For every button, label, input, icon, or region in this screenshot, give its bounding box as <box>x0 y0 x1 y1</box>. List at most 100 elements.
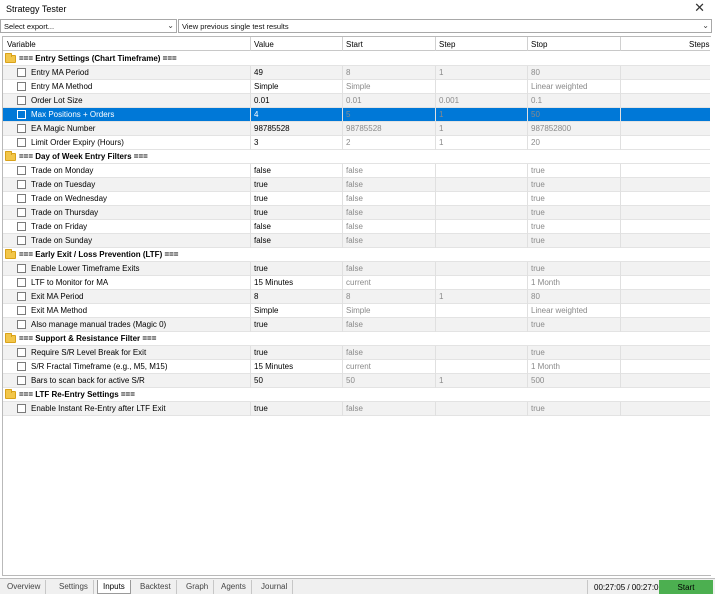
value-cell[interactable]: Simple <box>254 82 278 91</box>
value-cell[interactable]: 8 <box>254 292 258 301</box>
stop-cell[interactable]: 1 Month <box>531 278 560 287</box>
input-row[interactable]: Trade on Thursday true false true <box>3 206 710 220</box>
start-cell[interactable]: false <box>346 348 363 357</box>
group-row[interactable]: === LTF Re-Entry Settings === <box>3 388 710 402</box>
stop-cell[interactable]: true <box>531 180 545 189</box>
stop-cell[interactable]: 50 <box>531 110 540 119</box>
input-row[interactable]: Trade on Friday false false true <box>3 220 710 234</box>
input-row[interactable]: Entry MA Period 49 8 1 80 <box>3 66 710 80</box>
optimize-checkbox[interactable] <box>17 124 26 133</box>
stop-cell[interactable]: 500 <box>531 376 544 385</box>
stop-cell[interactable]: true <box>531 264 545 273</box>
input-row[interactable]: Trade on Sunday false false true <box>3 234 710 248</box>
optimize-checkbox[interactable] <box>17 110 26 119</box>
value-cell[interactable]: false <box>254 222 271 231</box>
start-cell[interactable]: 98785528 <box>346 124 382 133</box>
col-header-steps[interactable]: Steps <box>689 40 709 49</box>
start-cell[interactable]: 8 <box>346 292 350 301</box>
close-icon[interactable]: ✕ <box>694 1 705 15</box>
optimize-checkbox[interactable] <box>17 194 26 203</box>
optimize-checkbox[interactable] <box>17 138 26 147</box>
input-row[interactable]: Max Positions + Orders 4 5 1 50 <box>3 108 710 122</box>
optimize-checkbox[interactable] <box>17 362 26 371</box>
tab-graph[interactable]: Graph <box>181 580 215 594</box>
stop-cell[interactable]: 20 <box>531 138 540 147</box>
value-cell[interactable]: 50 <box>254 376 263 385</box>
stop-cell[interactable]: true <box>531 222 545 231</box>
optimize-checkbox[interactable] <box>17 96 26 105</box>
start-cell[interactable]: false <box>346 264 363 273</box>
start-cell[interactable]: false <box>346 194 363 203</box>
step-cell[interactable]: 1 <box>439 110 443 119</box>
input-row[interactable]: Enable Lower Timeframe Exits true false tru… <box>3 262 710 276</box>
input-row[interactable]: Also manage manual trades (Magic 0) true f… <box>3 318 710 332</box>
value-cell[interactable]: false <box>254 166 271 175</box>
stop-cell[interactable]: true <box>531 348 545 357</box>
value-cell[interactable]: true <box>254 348 268 357</box>
input-row[interactable]: Bars to scan back for active S/R 50 50 1 500 <box>3 374 710 388</box>
start-cell[interactable]: false <box>346 236 363 245</box>
optimize-checkbox[interactable] <box>17 68 26 77</box>
input-row[interactable]: EA Magic Number 98785528 98785528 1 98785280… <box>3 122 710 136</box>
group-row[interactable]: === Entry Settings (Chart Timeframe) === <box>3 52 710 66</box>
optimize-checkbox[interactable] <box>17 376 26 385</box>
step-cell[interactable]: 1 <box>439 376 443 385</box>
value-cell[interactable]: 15 Minutes <box>254 278 293 287</box>
col-header-start[interactable]: Start <box>346 40 363 49</box>
value-cell[interactable]: 15 Minutes <box>254 362 293 371</box>
stop-cell[interactable]: 0.1 <box>531 96 542 105</box>
value-cell[interactable]: false <box>254 236 271 245</box>
input-row[interactable]: Limit Order Expiry (Hours) 3 2 1 20 <box>3 136 710 150</box>
stop-cell[interactable]: 80 <box>531 68 540 77</box>
tab-backtest[interactable]: Backtest <box>135 580 177 594</box>
start-cell[interactable]: false <box>346 320 363 329</box>
input-row[interactable]: Require S/R Level Break for Exit true fals… <box>3 346 710 360</box>
input-row[interactable]: LTF to Monitor for MA 15 Minutes current 1 … <box>3 276 710 290</box>
start-cell[interactable]: Simple <box>346 306 370 315</box>
export-select[interactable]: Select export... ⌄ <box>0 19 177 33</box>
start-cell[interactable]: false <box>346 222 363 231</box>
input-row[interactable]: Trade on Tuesday true false true <box>3 178 710 192</box>
col-header-value[interactable]: Value <box>254 40 274 49</box>
optimize-checkbox[interactable] <box>17 404 26 413</box>
stop-cell[interactable]: 80 <box>531 292 540 301</box>
col-header-stop[interactable]: Stop <box>531 40 547 49</box>
stop-cell[interactable]: Linear weighted <box>531 82 587 91</box>
step-cell[interactable]: 1 <box>439 138 443 147</box>
stop-cell[interactable]: true <box>531 194 545 203</box>
value-cell[interactable]: 98785528 <box>254 124 290 133</box>
start-button[interactable]: Start <box>659 580 713 594</box>
start-cell[interactable]: false <box>346 180 363 189</box>
group-row[interactable]: === Early Exit / Loss Prevention (LTF) =… <box>3 248 710 262</box>
value-cell[interactable]: true <box>254 180 268 189</box>
input-row[interactable]: Order Lot Size 0.01 0.01 0.001 0.1 <box>3 94 710 108</box>
stop-cell[interactable]: 987852800 <box>531 124 571 133</box>
value-cell[interactable]: Simple <box>254 306 278 315</box>
stop-cell[interactable]: true <box>531 236 545 245</box>
input-row[interactable]: Exit MA Period 8 8 1 80 <box>3 290 710 304</box>
stop-cell[interactable]: true <box>531 404 545 413</box>
start-cell[interactable]: 8 <box>346 68 350 77</box>
value-cell[interactable]: 49 <box>254 68 263 77</box>
value-cell[interactable]: true <box>254 264 268 273</box>
step-cell[interactable]: 1 <box>439 124 443 133</box>
value-cell[interactable]: true <box>254 194 268 203</box>
value-cell[interactable]: 3 <box>254 138 258 147</box>
start-cell[interactable]: false <box>346 208 363 217</box>
input-row[interactable]: Exit MA Method Simple Simple Linear weighte… <box>3 304 710 318</box>
start-cell[interactable]: Simple <box>346 82 370 91</box>
optimize-checkbox[interactable] <box>17 292 26 301</box>
tab-settings[interactable]: Settings <box>54 580 94 594</box>
tab-agents[interactable]: Agents <box>216 580 252 594</box>
stop-cell[interactable]: true <box>531 208 545 217</box>
start-cell[interactable]: 2 <box>346 138 350 147</box>
optimize-checkbox[interactable] <box>17 348 26 357</box>
optimize-checkbox[interactable] <box>17 82 26 91</box>
step-cell[interactable]: 1 <box>439 292 443 301</box>
tab-inputs[interactable]: Inputs <box>97 580 131 594</box>
inputs-grid[interactable]: Variable Value Start Step Stop Steps ===… <box>2 36 711 576</box>
group-row[interactable]: === Support & Resistance Filter === <box>3 332 710 346</box>
optimize-checkbox[interactable] <box>17 320 26 329</box>
optimize-checkbox[interactable] <box>17 264 26 273</box>
start-cell[interactable]: 50 <box>346 376 355 385</box>
